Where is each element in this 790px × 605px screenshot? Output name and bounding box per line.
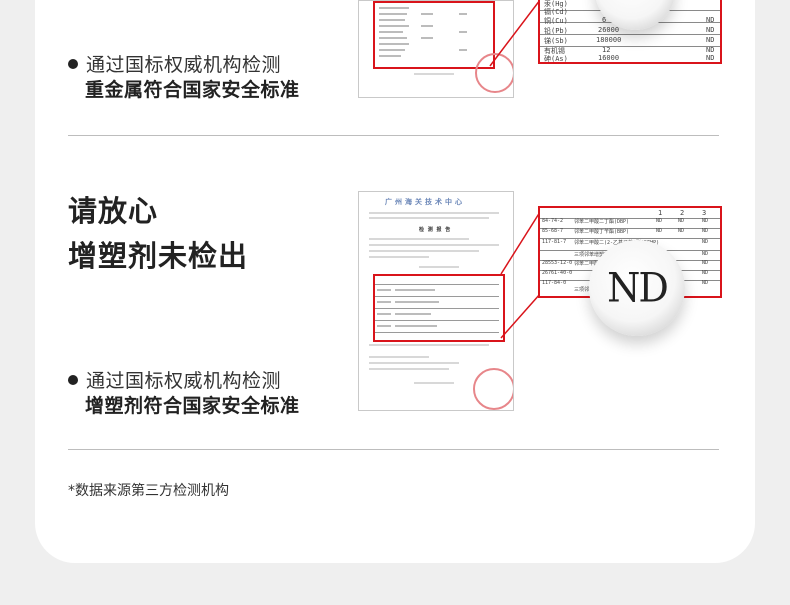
cas-number: 117-84-0 bbox=[542, 280, 567, 286]
nd-result: ND bbox=[702, 239, 709, 245]
section-divider bbox=[68, 449, 719, 450]
nd-result: ND bbox=[656, 228, 663, 234]
magnifier-lens: ND bbox=[589, 240, 685, 336]
nd-result: ND bbox=[702, 260, 709, 266]
cas-number: 26761-40-0 bbox=[542, 270, 573, 276]
plasticizer-standard-line: 增塑剂符合国家安全标准 bbox=[85, 395, 300, 417]
nd-result: ND bbox=[678, 228, 685, 234]
column-header: 1 bbox=[658, 209, 663, 217]
substance-name: 邻苯二甲酸二丁酯(DBP) bbox=[574, 219, 630, 225]
cas-number: 117-81-7 bbox=[542, 239, 567, 245]
bullet-text: 通过国标权威机构检测 bbox=[86, 370, 282, 392]
cas-number: 28553-12-0 bbox=[542, 260, 573, 266]
nd-result: ND bbox=[702, 228, 709, 234]
nd-result: ND bbox=[678, 218, 685, 224]
cas-number: 85-68-7 bbox=[542, 228, 564, 234]
nd-result: ND bbox=[702, 270, 709, 276]
column-header: 2 bbox=[680, 209, 685, 217]
column-header: 3 bbox=[702, 209, 707, 217]
substance-name: 邻苯二甲酸丁苄酯(BBP) bbox=[574, 229, 630, 235]
cas-number: 84-74-2 bbox=[542, 218, 564, 224]
nd-magnified-text: ND bbox=[607, 264, 669, 312]
nd-result: ND bbox=[656, 218, 663, 224]
data-source-footnote: *数据来源第三方检测机构 bbox=[68, 483, 229, 499]
nd-result: ND bbox=[702, 251, 709, 257]
bullet-plasticizer: 通过国标权威机构检测 bbox=[68, 366, 281, 393]
nd-result: ND bbox=[702, 280, 709, 286]
nd-result: ND bbox=[702, 218, 709, 224]
bullet-dot bbox=[68, 374, 78, 385]
